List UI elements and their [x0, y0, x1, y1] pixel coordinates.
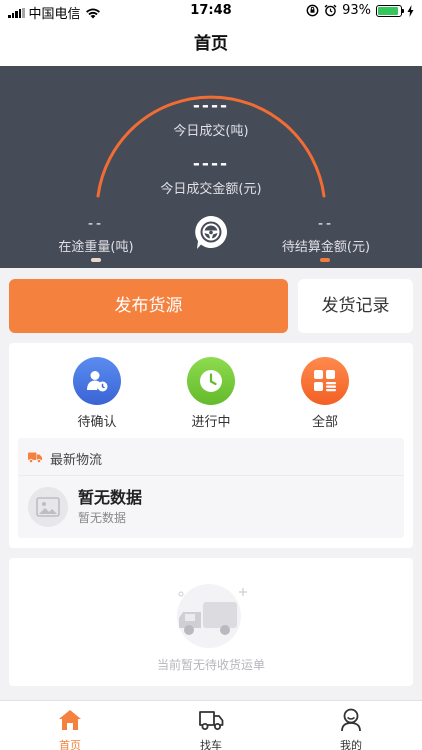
today-volume-metric: ---- 今日成交(吨): [111, 96, 311, 139]
tab-home[interactable]: 首页: [30, 707, 110, 750]
publish-cargo-button[interactable]: 发布货源: [9, 279, 288, 333]
pending-settle-value: --: [317, 216, 335, 232]
today-amount-label: 今日成交金额(元): [160, 182, 262, 197]
truck-icon: [28, 452, 42, 463]
home-icon: [30, 707, 110, 733]
category-pending-confirm[interactable]: 待确认: [57, 357, 137, 430]
user-clock-icon: [73, 357, 121, 405]
rotation-lock-icon: [306, 4, 319, 17]
user-icon: [311, 707, 391, 733]
today-volume-value: ----: [192, 96, 230, 116]
tab-profile[interactable]: 我的: [311, 707, 391, 750]
category-label: 待确认: [77, 415, 117, 430]
pending-settle-label: 待结算金额(元): [281, 240, 371, 255]
latest-logistics-panel: 最新物流 暂无数据 暂无数据: [18, 438, 404, 538]
image-icon: [28, 487, 68, 527]
latest-logistics-header[interactable]: 最新物流: [18, 438, 404, 476]
in-transit-value: --: [87, 216, 105, 232]
dashboard-panel: ---- 今日成交(吨) ---- 今日成交金额(元) -- 在途重量(吨) -…: [0, 66, 422, 268]
shipping-history-button[interactable]: 发货记录: [298, 279, 413, 333]
today-amount-metric: ---- 今日成交金额(元): [111, 154, 311, 197]
in-transit-metric: -- 在途重量(吨): [40, 216, 152, 255]
tab-find-truck[interactable]: 找车: [171, 707, 251, 750]
clock-icon: [187, 357, 235, 405]
page-title: 首页: [194, 34, 228, 54]
charging-icon: [407, 4, 414, 17]
indicator-dot-left: [91, 258, 101, 262]
today-volume-label: 今日成交(吨): [173, 124, 249, 139]
in-transit-label: 在途重量(吨): [58, 240, 134, 255]
category-label: 全部: [311, 415, 338, 430]
empty-truck-icon: [177, 584, 247, 648]
category-in-progress[interactable]: 进行中: [171, 357, 251, 430]
tab-label: 首页: [59, 739, 81, 750]
grid-list-icon: [301, 357, 349, 405]
logistics-empty-subtitle: 暂无数据: [78, 511, 127, 525]
truck-outline-icon: [171, 707, 251, 733]
steering-wheel-icon: [195, 216, 227, 249]
category-label: 进行中: [191, 415, 231, 430]
battery-icon: [376, 4, 404, 17]
alarm-icon: [324, 4, 337, 17]
tab-label: 找车: [200, 739, 222, 750]
logistics-empty-title: 暂无数据: [78, 488, 143, 507]
tab-label: 我的: [340, 739, 362, 750]
pending-settle-metric: -- 待结算金额(元): [270, 216, 382, 255]
battery-percent: 93%: [342, 3, 371, 18]
status-bar: 中国电信 17:48 93%: [0, 0, 422, 22]
orders-card: 待确认 进行中 全部 最新物流 暂无数据 暂无数据: [9, 343, 413, 548]
indicator-dot-right: [320, 258, 330, 262]
today-amount-value: ----: [192, 154, 230, 174]
pending-receipt-card: 当前暂无待收货运单: [9, 558, 413, 686]
empty-state-text: 当前暂无待收货运单: [156, 658, 265, 672]
category-all[interactable]: 全部: [285, 357, 365, 430]
status-right: 93%: [306, 3, 414, 18]
nav-bar: 首页: [0, 22, 422, 66]
latest-logistics-title: 最新物流: [50, 453, 103, 468]
tab-bar: 首页 找车 我的: [0, 700, 422, 750]
